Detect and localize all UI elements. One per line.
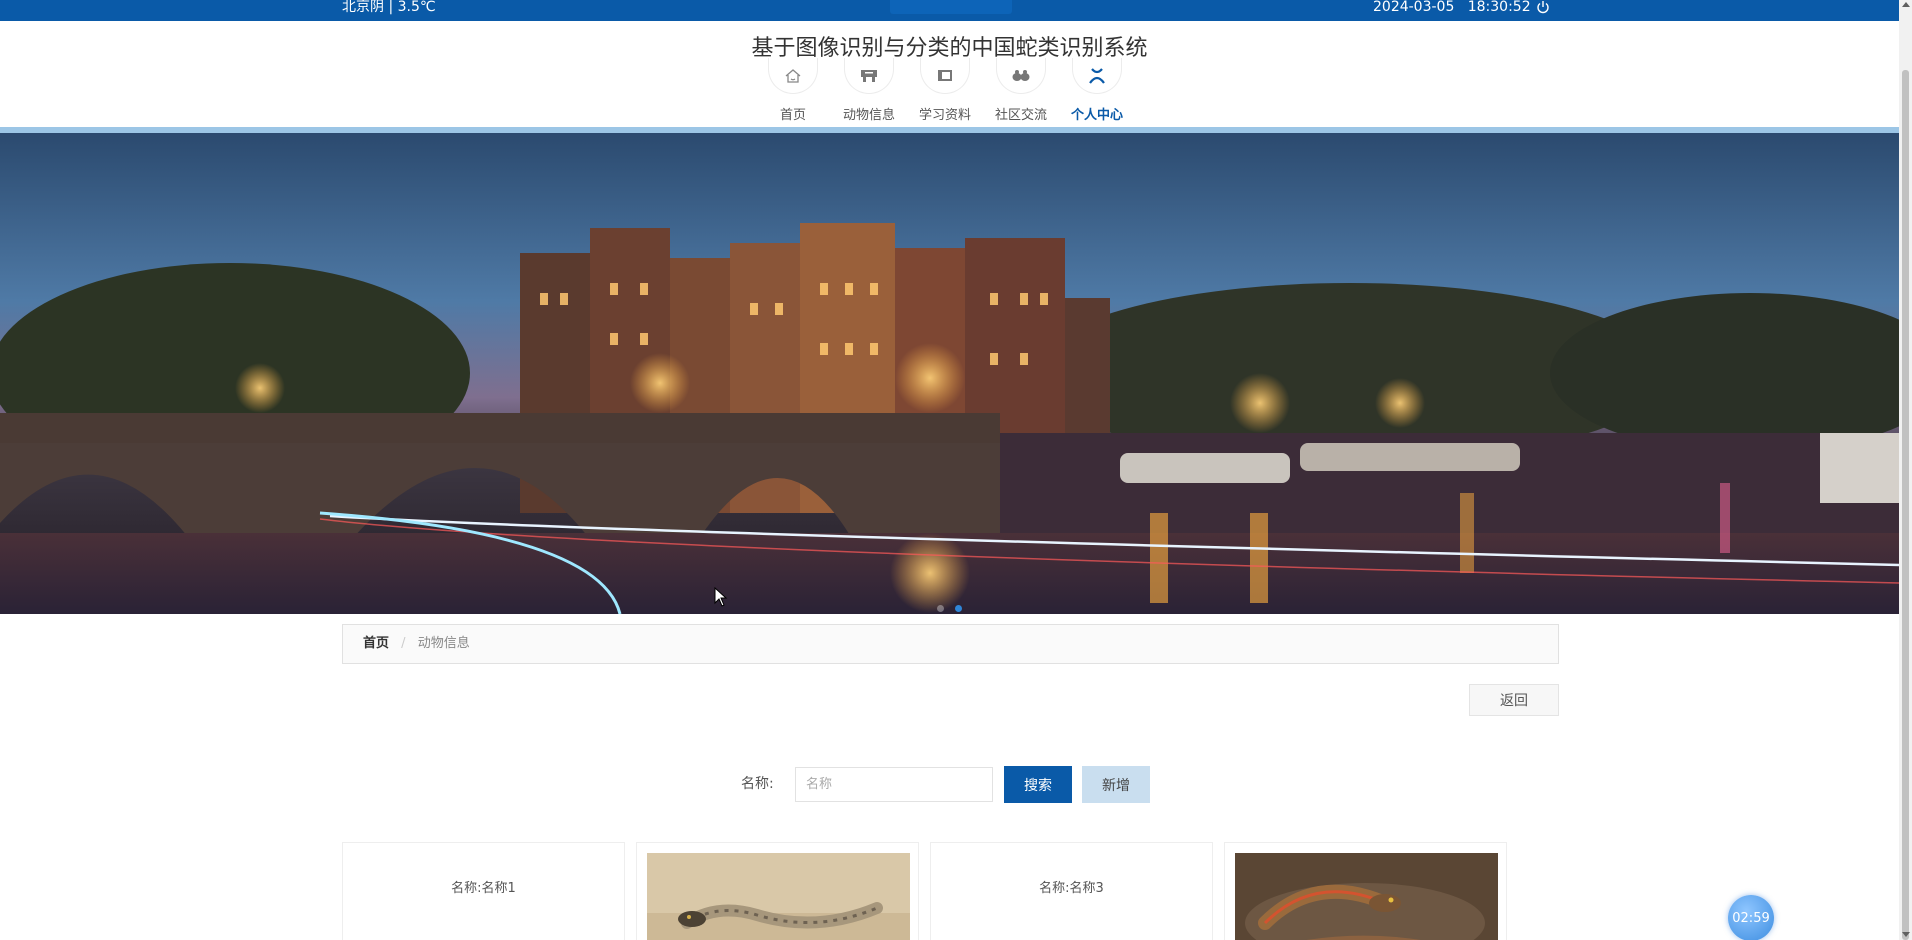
breadcrumb-current: 动物信息 [417,636,470,651]
carousel-dots [0,597,1899,616]
card-name: 名称:名称1 [451,881,516,896]
weather-text: 北京阴 | 3.5℃ [342,0,436,15]
search-input[interactable] [795,767,993,802]
nav-icon-circle [920,58,970,94]
animal-info-icon [861,69,877,82]
nav-icon-circle [996,58,1046,94]
nav-label: 动物信息 [842,108,895,123]
power-icon[interactable] [1536,0,1550,14]
page: 北京阴 | 3.5℃ 2024-03-05 18:30:52 基于图像识别与分类… [0,0,1912,940]
scroll-down-icon[interactable] [1902,932,1910,937]
animal-card-4[interactable] [1224,842,1507,940]
nav-item-learning[interactable]: 学习资料 [912,58,978,123]
page-scrollbar[interactable] [1899,0,1912,940]
scrollbar-thumb[interactable] [1902,70,1909,940]
book-icon [938,69,952,81]
breadcrumb: 首页 / 动物信息 [342,624,1559,664]
home-icon [785,68,801,83]
snake-photo-2 [1235,853,1498,940]
snake-photo-1 [647,853,910,940]
date-text: 2024-03-05 [1373,0,1455,15]
nav-item-animal-info[interactable]: 动物信息 [836,58,902,123]
community-icon [1012,69,1030,81]
time-text: 18:30:52 [1467,0,1531,15]
top-bar-tab [890,0,1012,14]
animal-card-3[interactable]: 名称:名称3 [930,842,1213,940]
scroll-up-icon[interactable] [1902,2,1910,7]
nav-label: 社区交流 [994,108,1047,123]
banner-image [0,133,1899,614]
carousel-dot-1[interactable] [936,605,944,612]
nav-icon-circle [768,58,818,94]
breadcrumb-home[interactable]: 首页 [363,636,389,651]
nav-icon-circle [1072,58,1122,94]
nav-item-user-center[interactable]: 个人中心 [1064,58,1130,123]
top-bar: 北京阴 | 3.5℃ 2024-03-05 18:30:52 [0,0,1899,21]
nav-icon-circle [844,58,894,94]
nav-item-home[interactable]: 首页 [760,58,826,123]
breadcrumb-separator: / [401,636,406,651]
datetime: 2024-03-05 18:30:52 [1373,0,1531,14]
nav-label: 首页 [779,108,806,123]
search-button[interactable]: 搜索 [1004,766,1072,803]
nav-label: 个人中心 [1070,108,1123,123]
back-button[interactable]: 返回 [1469,684,1559,716]
animal-card-2[interactable] [636,842,919,940]
nav-item-community[interactable]: 社区交流 [988,58,1054,123]
animal-card-1[interactable]: 名称:名称1 [342,842,625,940]
card-name: 名称:名称3 [1039,881,1104,896]
timer-badge[interactable]: 02:59 [1728,895,1774,940]
nav-label: 学习资料 [918,108,971,123]
search-label: 名称: [741,776,774,792]
banner-carousel[interactable] [0,133,1899,614]
add-button[interactable]: 新增 [1082,766,1150,803]
user-icon [1089,67,1105,84]
main-nav: 首页 动物信息 学习资料 社区交流 个人中心 [0,58,1899,126]
carousel-dot-2[interactable] [955,605,963,612]
